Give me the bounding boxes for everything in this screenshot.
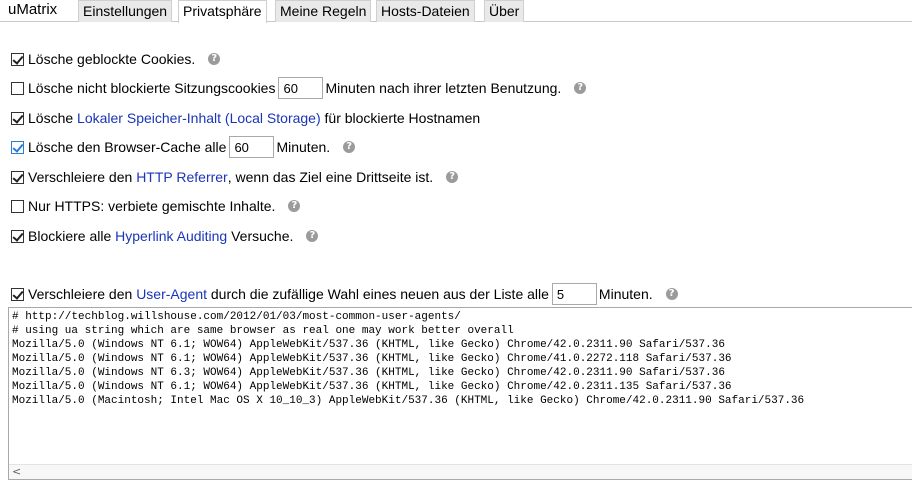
local-storage-link[interactable]: Lokaler Speicher-Inhalt (Local Storage) [77, 110, 321, 126]
clear-browser-cache-checkbox[interactable] [11, 140, 24, 154]
help-icon[interactable]: ? [343, 141, 356, 153]
tab-bar: uMatrix Einstellungen Privatsphäre Meine… [0, 0, 912, 23]
http-referrer-link[interactable]: HTTP Referrer [136, 169, 228, 185]
block-hyperlink-auditing-label-after: Versuche. [231, 228, 294, 244]
user-agent-line: # using ua string which are same browser… [12, 325, 514, 337]
block-hyperlink-auditing-checkbox[interactable] [11, 229, 24, 243]
user-agent-link[interactable]: User-Agent [136, 286, 207, 302]
delete-blocked-cookies-checkbox[interactable] [11, 52, 24, 66]
option-spoof-user-agent: Verschleiere den User-Agent durch die zu… [11, 283, 678, 305]
help-icon[interactable]: ? [288, 200, 301, 212]
user-agent-line: Mozilla/5.0 (Windows NT 6.3; WOW64) Appl… [12, 367, 725, 379]
option-delete-blocked-cookies: Lösche geblockte Cookies. ? [11, 49, 221, 69]
option-delete-session-cookies: Lösche nicht blockierte Sitzungscookies … [11, 77, 587, 99]
clear-browser-cache-label: Lösche den Browser-Cache alle [28, 139, 227, 155]
spoof-user-agent-checkbox[interactable] [11, 287, 24, 301]
delete-session-cookies-label: Lösche nicht blockierte Sitzungscookies [28, 80, 276, 96]
user-agent-line: Mozilla/5.0 (Windows NT 6.1; WOW64) Appl… [12, 339, 725, 351]
scroll-left-arrow-icon[interactable]: < [12, 465, 21, 478]
spoof-user-agent-label-before: Verschleiere den [28, 286, 133, 302]
user-agent-list-textarea[interactable]: # http://techblog.willshouse.com/2012/01… [8, 307, 912, 480]
hyperlink-auditing-link[interactable]: Hyperlink Auditing [115, 228, 227, 244]
horizontal-scrollbar[interactable]: < [9, 464, 912, 479]
help-icon[interactable]: ? [446, 171, 459, 183]
tab-ueber[interactable]: Über [484, 0, 525, 22]
browser-cache-minutes-input[interactable] [229, 136, 275, 158]
tab-hosts-dateien[interactable]: Hosts-Dateien [376, 0, 475, 22]
spoof-user-agent-label-middle: durch die zufällige Wahl eines neuen aus… [210, 286, 549, 302]
tab-meine-regeln[interactable]: Meine Regeln [275, 0, 372, 22]
app-brand: uMatrix [8, 1, 58, 18]
browser-cache-minutes-label: Minuten. [276, 139, 331, 155]
block-hyperlink-auditing-label-before: Blockiere alle [28, 228, 112, 244]
session-cookies-minutes-input[interactable] [278, 77, 324, 99]
option-https-only: Nur HTTPS: verbiete gemischte Inhalte. ? [11, 196, 301, 216]
spoof-referrer-label-before: Verschleiere den [28, 169, 133, 185]
tab-einstellungen[interactable]: Einstellungen [78, 0, 173, 22]
option-clear-browser-cache: Lösche den Browser-Cache alle Minuten. ? [11, 136, 356, 158]
help-icon[interactable]: ? [208, 53, 221, 65]
session-cookies-minutes-label: Minuten nach ihrer letzten Benutzung. [325, 80, 562, 96]
user-agent-line: Mozilla/5.0 (Windows NT 6.1; WOW64) Appl… [12, 381, 732, 393]
user-agent-line: Mozilla/5.0 (Macintosh; Intel Mac OS X 1… [12, 395, 805, 407]
delete-session-cookies-checkbox[interactable] [11, 81, 24, 95]
help-icon[interactable]: ? [574, 82, 587, 94]
help-icon[interactable]: ? [306, 230, 319, 242]
spoof-referrer-label-after: , wenn das Ziel eine Drittseite ist. [227, 169, 434, 185]
delete-blocked-cookies-label: Lösche geblockte Cookies. [28, 51, 196, 67]
delete-local-storage-label-before: Lösche [28, 110, 74, 126]
https-only-label: Nur HTTPS: verbiete gemischte Inhalte. [28, 198, 276, 214]
delete-local-storage-checkbox[interactable] [11, 111, 24, 125]
option-spoof-referrer: Verschleiere den HTTP Referrer, wenn das… [11, 167, 459, 187]
spoof-referrer-checkbox[interactable] [11, 170, 24, 184]
https-only-checkbox[interactable] [11, 199, 24, 213]
user-agent-minutes-label: Minuten. [598, 286, 653, 302]
help-icon[interactable]: ? [665, 288, 678, 300]
option-delete-local-storage: Lösche Lokaler Speicher-Inhalt (Local St… [11, 108, 480, 128]
delete-local-storage-label-after: für blockierte Hostnamen [324, 110, 481, 126]
tab-privatsphaere[interactable]: Privatsphäre [178, 0, 267, 23]
user-agent-line: # http://techblog.willshouse.com/2012/01… [12, 311, 461, 323]
user-agent-line: Mozilla/5.0 (Windows NT 6.1; WOW64) Appl… [12, 353, 732, 365]
user-agent-minutes-input[interactable] [551, 283, 597, 305]
option-block-hyperlink-auditing: Blockiere alle Hyperlink Auditing Versuc… [11, 226, 319, 246]
